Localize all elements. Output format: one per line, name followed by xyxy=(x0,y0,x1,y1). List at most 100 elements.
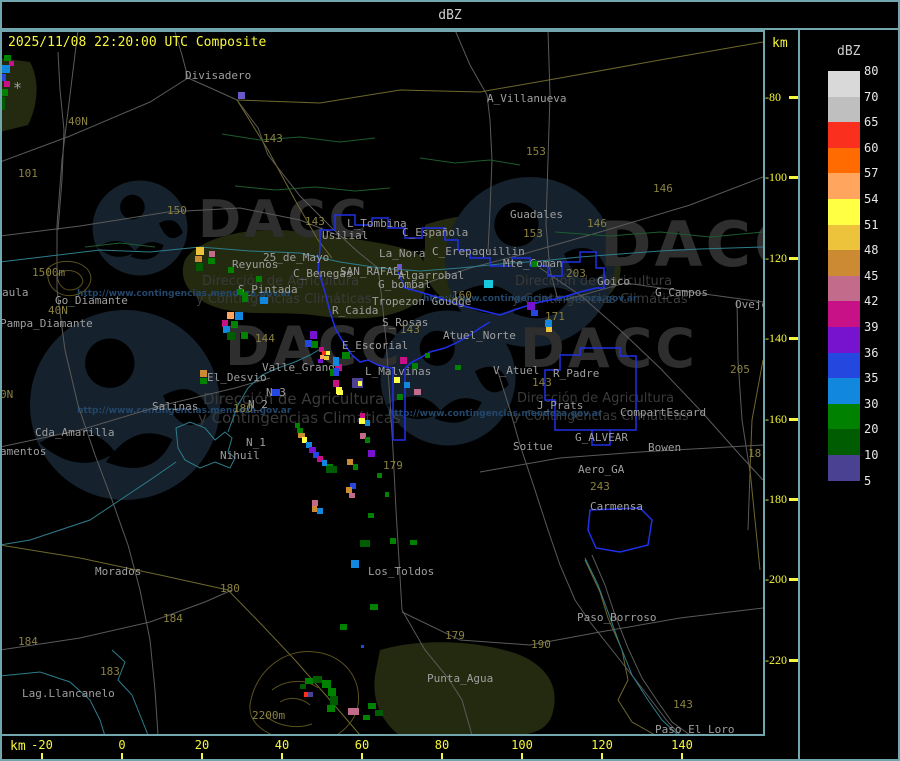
legend-tick-label: 51 xyxy=(864,217,879,232)
legend-tick-label: 35 xyxy=(864,371,879,386)
place-label: Aero_GA xyxy=(578,463,625,476)
bottom-axis-tick xyxy=(121,753,123,759)
route-label: 1500m xyxy=(32,266,66,279)
legend-tick-label: 54 xyxy=(864,192,879,206)
bottom-axis-tick xyxy=(201,753,203,759)
legend-title: dBZ xyxy=(837,44,861,59)
radar-echo-cell xyxy=(256,276,262,282)
radar-echo-cell xyxy=(322,680,331,688)
radar-echo-cell xyxy=(1,89,8,96)
route-label: 40N xyxy=(48,304,68,317)
legend-tick-label: 20 xyxy=(864,422,879,437)
place-label: Morados xyxy=(95,565,142,578)
radar-echo-cell xyxy=(390,538,396,544)
bottom-axis-tick xyxy=(41,753,43,759)
route-label: 101 xyxy=(18,167,38,180)
bottom-axis-label: 140 xyxy=(671,738,693,752)
route-label: 144 xyxy=(255,332,275,345)
legend-swatch xyxy=(828,327,860,353)
radar-echo-cell xyxy=(400,357,407,364)
radar-echo-cell xyxy=(305,678,313,684)
radar-echo-cell xyxy=(318,359,323,363)
radar-echo-cell xyxy=(351,560,359,568)
bottom-axis-label: 0 xyxy=(118,738,126,752)
radar-echo-cell xyxy=(412,363,418,369)
radar-echo-cell xyxy=(365,420,370,426)
route-label: 179 xyxy=(445,629,465,642)
radar-echo-cell xyxy=(235,312,243,320)
legend-swatch xyxy=(828,122,860,149)
place-label: G_Campos xyxy=(655,286,708,299)
place-label: C_Española xyxy=(402,226,469,239)
radar-echo-cell xyxy=(196,263,203,271)
place-label: Oveje xyxy=(735,298,765,311)
right-axis-tick xyxy=(789,578,798,582)
place-label: Divisadero xyxy=(185,69,252,82)
place-label: Atuel_Norte xyxy=(443,329,516,342)
legend-tick-label: 45 xyxy=(864,268,879,283)
route-label: 180 xyxy=(220,582,240,595)
place-label: Paso El Loro xyxy=(655,723,735,736)
route-label: 146 xyxy=(587,217,607,230)
radar-echo-cell xyxy=(324,356,329,360)
radar-echo-cell xyxy=(231,321,238,328)
bottom-axis-label: 40 xyxy=(274,738,290,752)
legend-tick-label: 65 xyxy=(864,115,879,130)
bottom-axis-tick xyxy=(601,753,603,759)
radar-echo-cell xyxy=(327,705,335,712)
radar-echo-cell xyxy=(404,382,410,388)
right-axis-tick xyxy=(789,256,798,260)
radar-echo-cell xyxy=(353,464,358,470)
radar-echo-cell xyxy=(310,331,317,339)
radar-echo-cell xyxy=(313,676,322,683)
radar-echo-cell xyxy=(531,261,537,267)
place-label: Goico xyxy=(597,275,631,288)
radar-echo-cell xyxy=(337,390,343,395)
route-label: 190 xyxy=(531,638,551,651)
bottom-axis-label: 60 xyxy=(354,738,370,752)
legend-swatch xyxy=(828,199,860,225)
legend-tick-label: 10 xyxy=(864,448,879,462)
place-label: aula xyxy=(2,286,29,299)
radar-echo-cell xyxy=(333,357,339,366)
radar-echo-cell xyxy=(208,258,215,264)
radar-echo-cell xyxy=(333,368,339,376)
radar-echo-cell xyxy=(1,65,10,73)
place-label: Pampa_Diamante xyxy=(0,317,93,330)
radar-echo-cell xyxy=(342,352,350,359)
route-label: 183 xyxy=(100,665,120,678)
bottom-axis-label: 20 xyxy=(194,738,210,752)
place-label: R_Caida xyxy=(332,304,379,317)
place-label: Los_Toldos xyxy=(368,565,435,578)
route-label: 150 xyxy=(167,204,187,217)
radar-echo-cell xyxy=(375,710,383,716)
route-label: 179 xyxy=(383,459,403,472)
place-label: J_Prats xyxy=(537,399,584,412)
route-label: 243 xyxy=(590,480,610,493)
place-label: CompartEscard xyxy=(620,406,707,419)
route-label: 205 xyxy=(730,363,750,376)
radar-echo-cell xyxy=(300,684,306,689)
bottom-axis-tick xyxy=(681,753,683,759)
radar-echo-cell xyxy=(377,473,382,478)
bottom-axis-label: -20 xyxy=(31,738,53,752)
place-label: Cda_Amarilla xyxy=(35,426,115,439)
radar-echo-cell xyxy=(227,332,235,340)
legend-tick-label: 5 xyxy=(864,473,872,488)
place-label: A_Villanueva xyxy=(487,92,567,105)
radar-map[interactable]: DACC DACC DACC DACC Dirección de Agricul… xyxy=(0,30,765,736)
radar-screen: dBZ DACC DAC DACC Dirección de Agricultu… xyxy=(0,0,900,761)
radar-echo-cell xyxy=(0,97,5,110)
place-label: Lag.Llancanelo xyxy=(22,687,115,700)
route-label: 143 xyxy=(263,132,283,145)
radar-echo-cell xyxy=(546,327,552,332)
bottom-axis-label: 120 xyxy=(591,738,613,752)
place-label: E_Escorial xyxy=(342,339,409,352)
radar-echo-cell xyxy=(200,378,207,384)
radar-echo-cell xyxy=(209,251,215,257)
radar-echo-cell xyxy=(368,513,374,518)
legend-swatch xyxy=(828,224,860,251)
radar-echo-cell xyxy=(455,365,461,370)
radar-echo-cell xyxy=(370,604,378,610)
bottom-axis-tick xyxy=(441,753,443,759)
